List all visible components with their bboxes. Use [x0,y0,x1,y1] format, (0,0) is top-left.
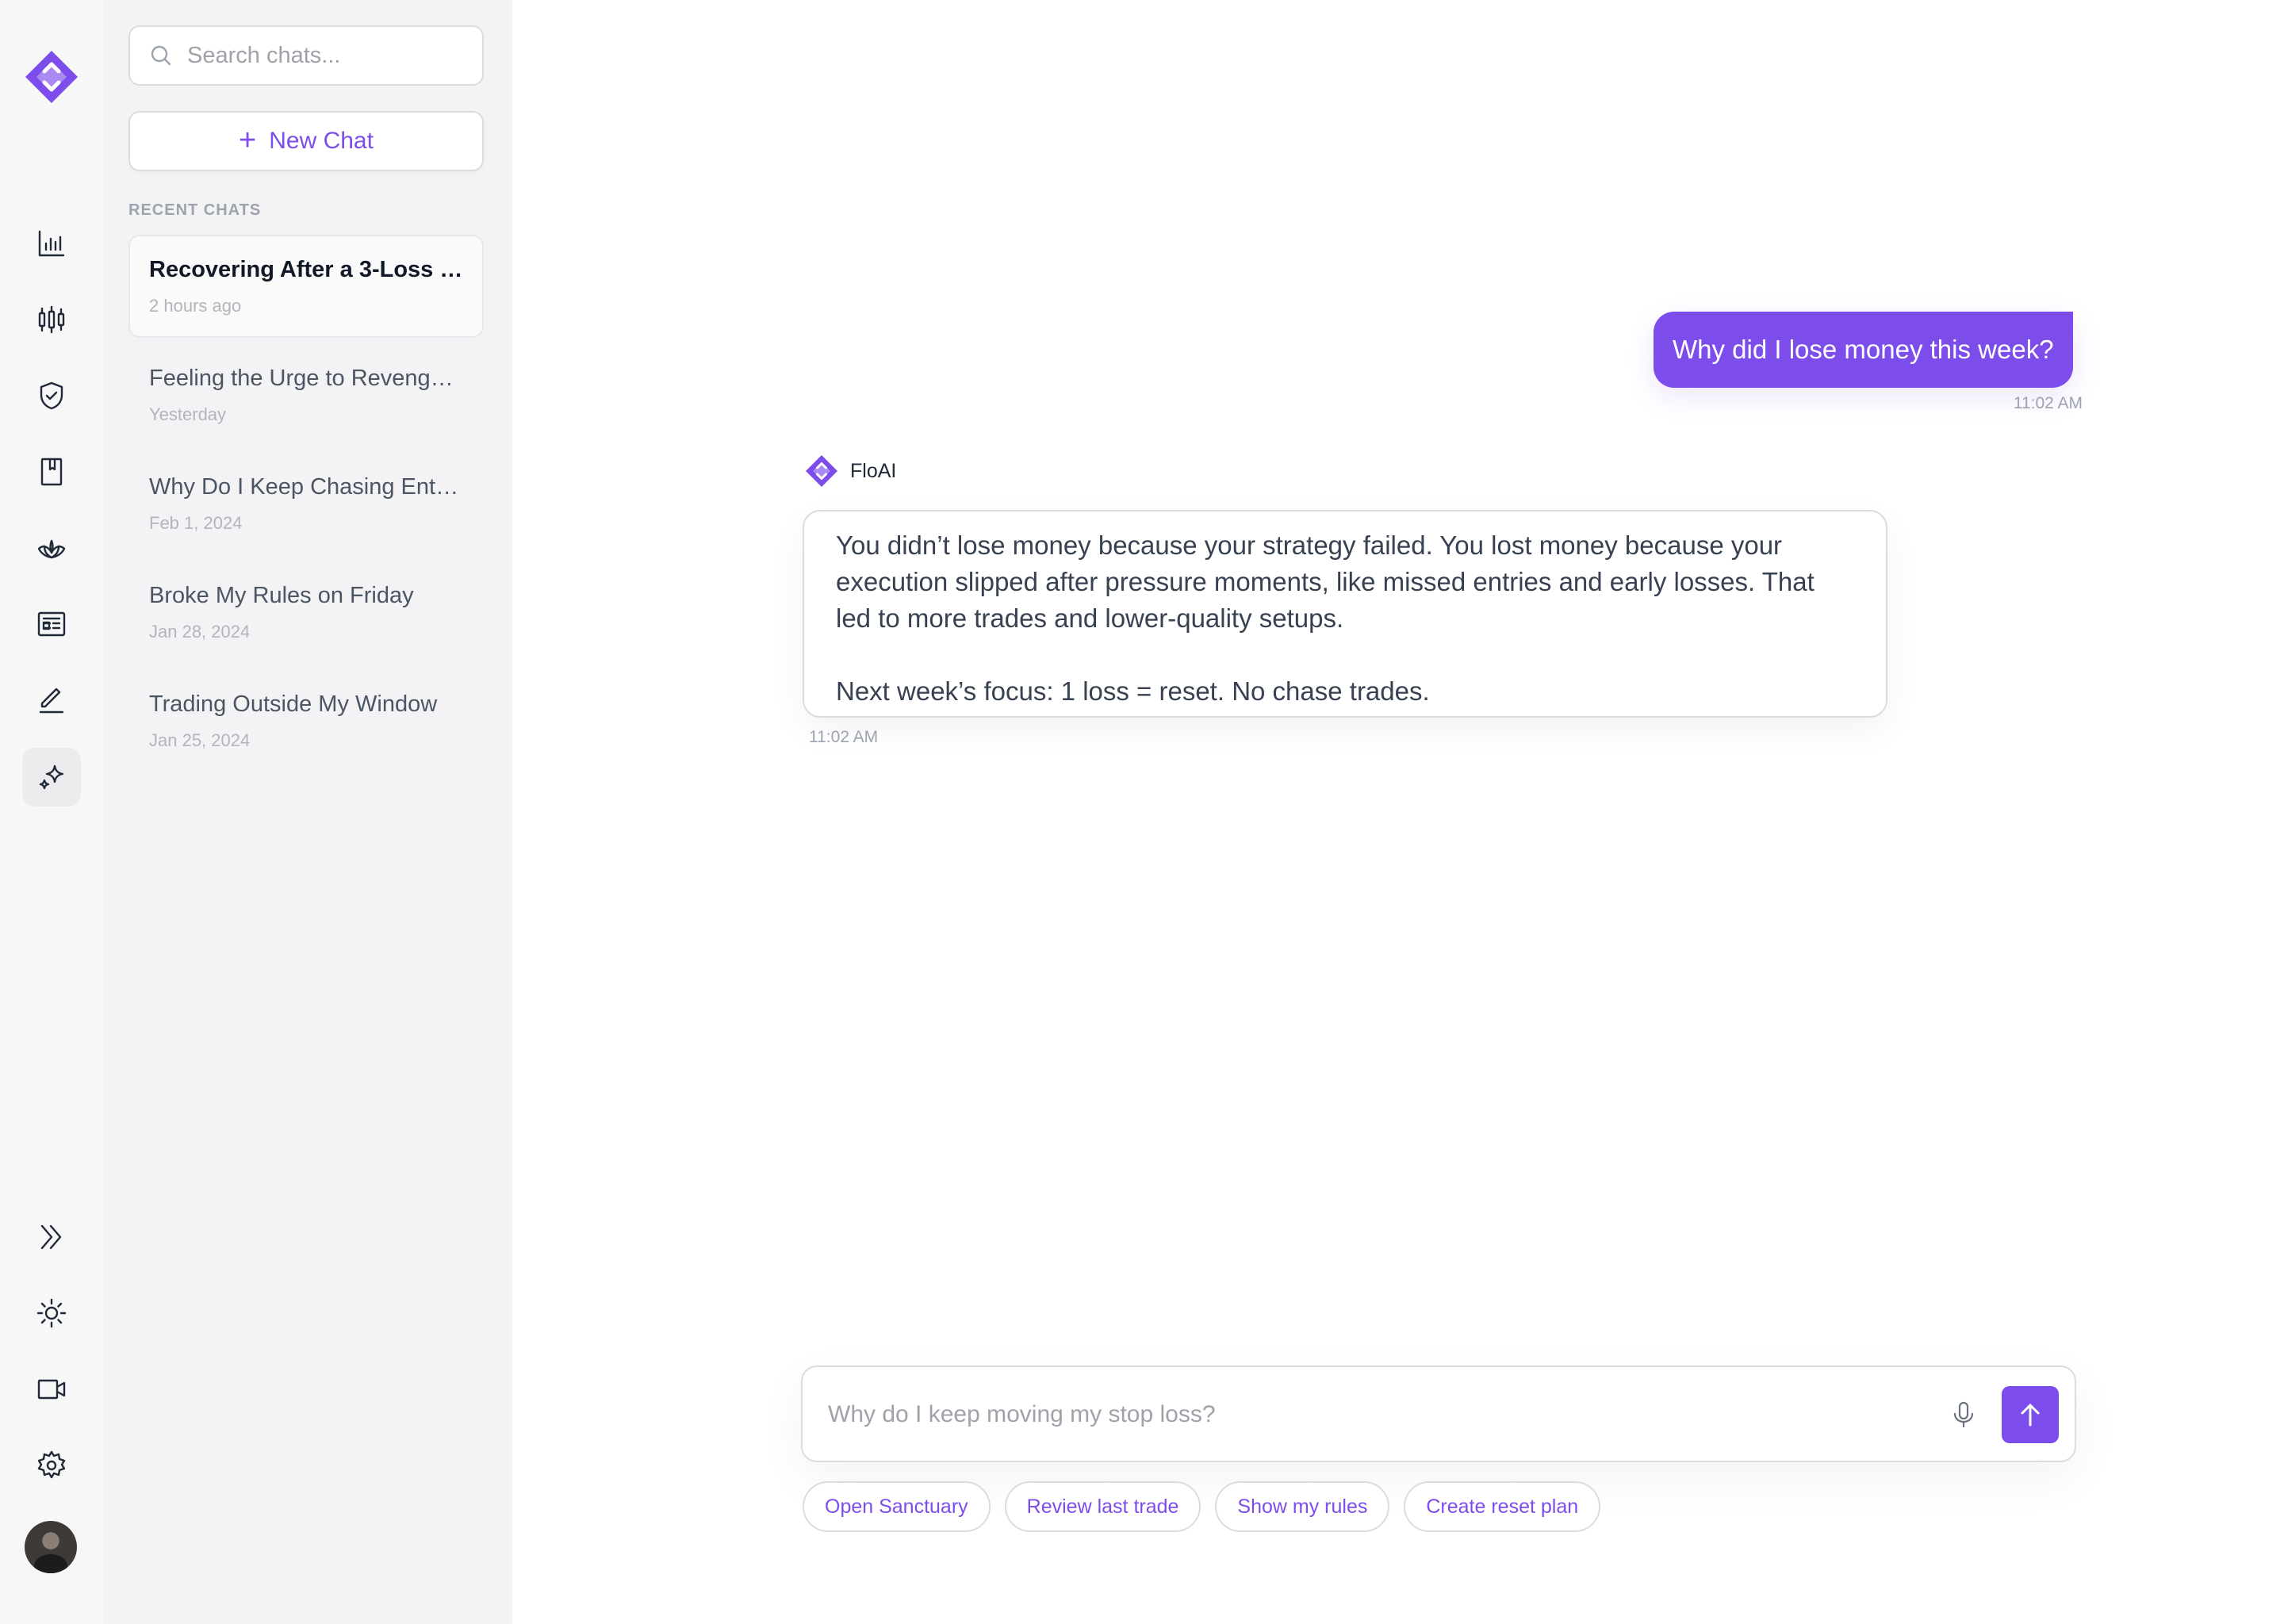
new-chat-label: New Chat [269,128,374,154]
chat-item[interactable]: Recovering After a 3-Loss Streak 2 hours… [128,235,484,338]
user-message: Why did I lose money this week? [1654,312,2073,388]
chip-show-my-rules[interactable]: Show my rules [1215,1481,1390,1532]
chat-item-title: Trading Outside My Window [149,691,438,717]
ai-name: FloAI [850,459,897,482]
search-box[interactable] [128,25,484,86]
microphone-icon [1953,1401,1974,1428]
ai-message: You didn’t lose money because your strat… [803,510,1887,718]
chat-item-time: Jan 28, 2024 [149,622,251,642]
settings-icon [37,1450,66,1479]
ai-message-paragraph: You didn’t lose money because your strat… [836,530,1822,633]
chat-item-time: Jan 25, 2024 [149,730,251,750]
plus-icon: + [239,123,257,157]
search-input[interactable] [187,42,473,69]
notebook-icon [40,458,63,486]
chat-item[interactable]: Why Do I Keep Chasing Entries Feb 1, 202… [128,452,484,555]
chat-item-title: Why Do I Keep Chasing Entries [149,474,463,500]
ai-message-paragraph: Next week’s focus: 1 loss = reset. No ch… [836,676,1430,706]
chat-list-panel: + New Chat RECENT CHATS Recovering After… [103,0,512,1624]
avatar[interactable] [25,1521,77,1573]
chat-list: Recovering After a 3-Loss Streak 2 hours… [128,235,484,778]
rail-news[interactable] [22,595,81,653]
chip-open-sanctuary[interactable]: Open Sanctuary [803,1481,991,1532]
newspaper-icon [37,611,66,637]
rail-floai[interactable] [22,748,81,806]
chip-review-last-trade[interactable]: Review last trade [1004,1481,1201,1532]
pencil-icon [39,688,64,714]
icon-rail [0,0,103,1624]
rail-journal[interactable] [22,442,81,501]
rail-rules[interactable] [22,366,81,425]
chat-item-title: Broke My Rules on Friday [149,583,414,608]
conversation-area: Why did I lose money this week? 11:02 AM… [512,0,2284,1624]
chat-item-title: Feeling the Urge to Revenge Trade [149,366,463,391]
chat-item-time: Feb 1, 2024 [149,513,243,533]
rail-video[interactable] [22,1360,81,1419]
floai-logo-icon [806,455,837,487]
chat-item-title: Recovering After a 3-Loss Streak [149,257,463,282]
lotus-icon [37,539,66,559]
rail-sanctuary[interactable] [22,519,81,577]
rail-analytics[interactable] [22,214,81,273]
chat-item-time: Yesterday [149,404,227,424]
shield-check-icon [40,381,63,410]
video-icon [37,1379,66,1400]
bar-chart-icon [38,230,65,257]
chat-item[interactable]: Broke My Rules on Friday Jan 28, 2024 [128,561,484,664]
chat-item[interactable]: Trading Outside My Window Jan 25, 2024 [128,669,484,772]
sparkles-icon [39,764,64,790]
sun-icon [36,1298,67,1328]
app-logo-icon[interactable] [22,48,81,106]
rail-settings[interactable] [22,1436,81,1495]
candlestick-icon [38,305,65,334]
recent-chats-heading: RECENT CHATS [128,201,262,219]
microphone-button[interactable] [1945,1396,1983,1434]
rail-notes[interactable] [22,671,81,730]
rail-expand[interactable] [22,1208,81,1266]
send-button[interactable] [2002,1386,2059,1443]
message-composer [801,1365,2076,1462]
chip-create-reset-plan[interactable]: Create reset plan [1404,1481,1601,1532]
new-chat-button[interactable]: + New Chat [128,111,484,171]
chat-item-time: 2 hours ago [149,296,242,316]
rail-theme[interactable] [22,1284,81,1342]
message-input[interactable] [828,1391,1922,1438]
user-message-time: 11:02 AM [2013,394,2083,412]
suggestion-chips: Open Sanctuary Review last trade Show my… [803,1481,1601,1532]
expand-icon [40,1224,62,1250]
chat-item[interactable]: Feeling the Urge to Revenge Trade Yester… [128,343,484,446]
search-icon [151,45,171,66]
rail-trades[interactable] [22,290,81,349]
ai-message-time: 11:02 AM [809,728,879,746]
arrow-up-icon [2021,1404,2040,1427]
ai-message-header: FloAI [804,454,896,488]
